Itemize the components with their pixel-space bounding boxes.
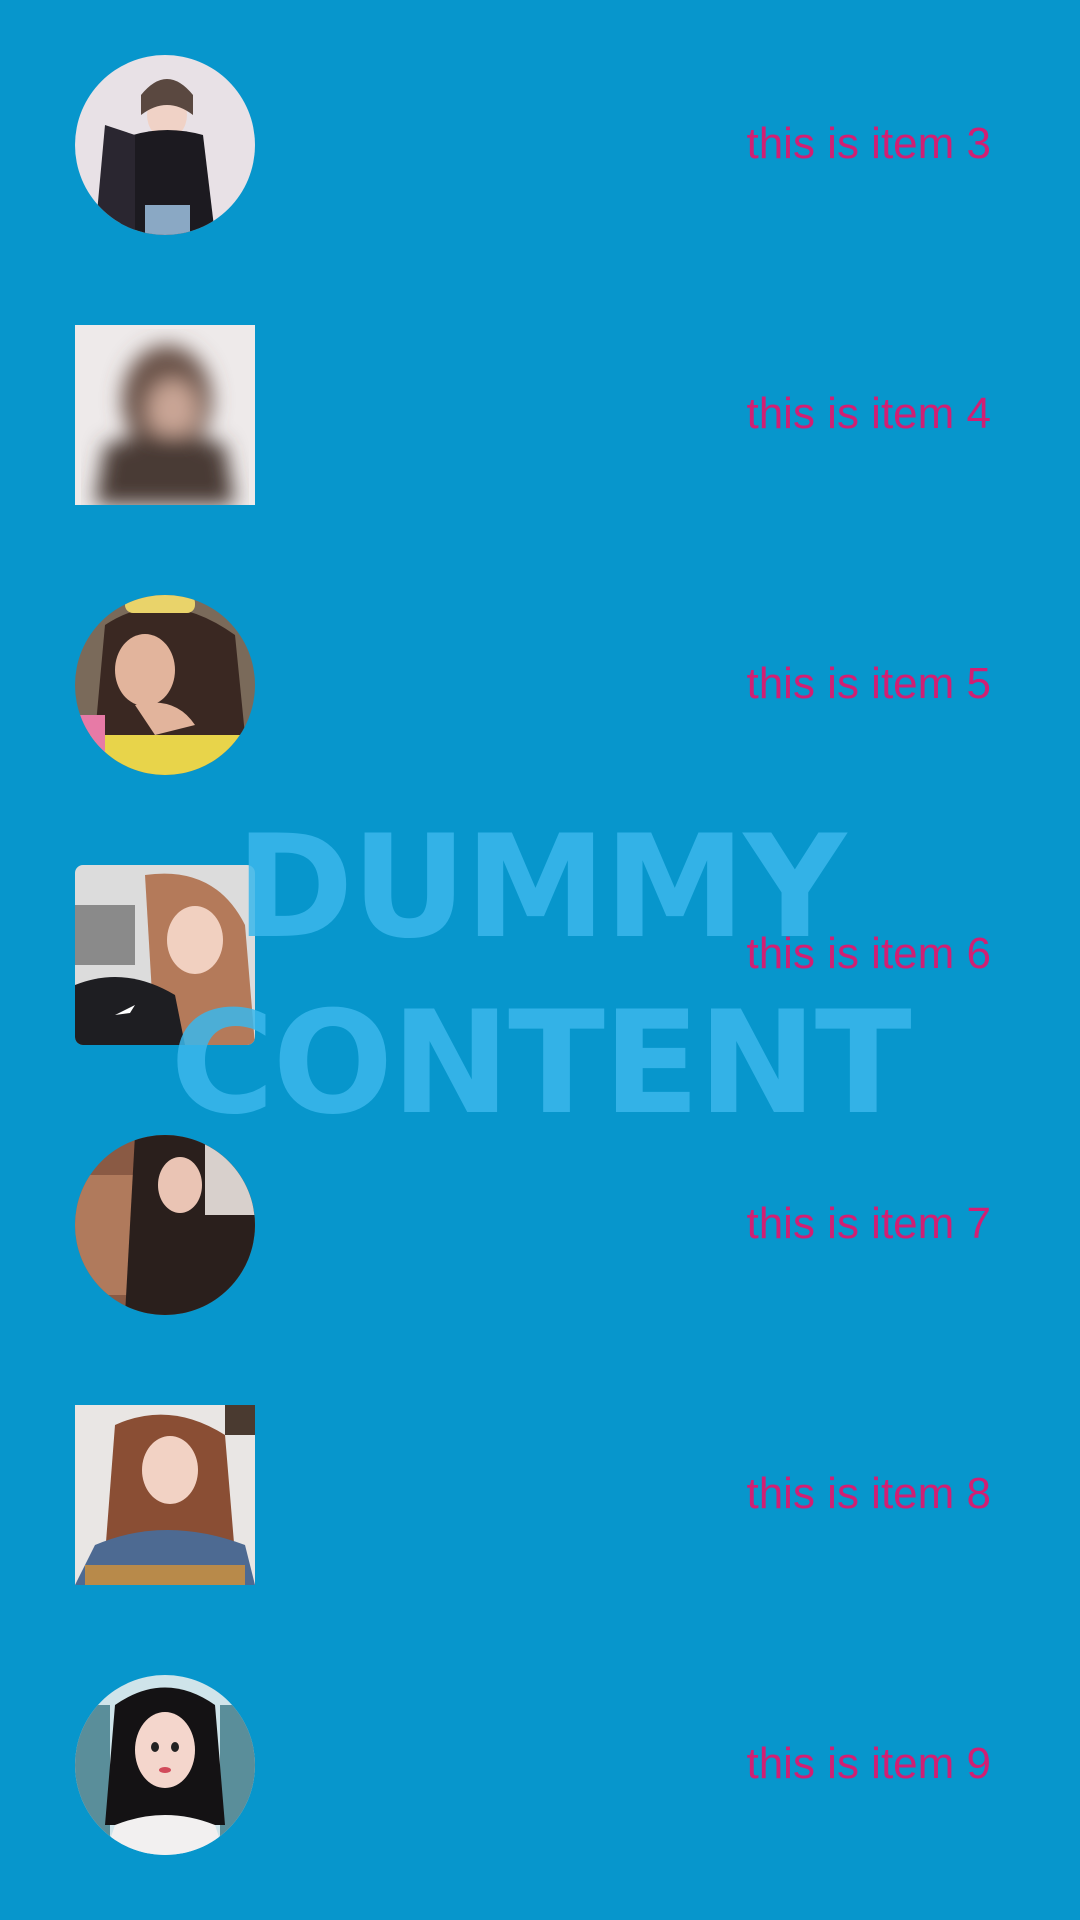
list-item[interactable]: this is item 5: [0, 595, 1080, 775]
item-thumbnail[interactable]: [75, 325, 255, 505]
item-label: this is item 3: [746, 119, 991, 168]
portrait-photo-8: [75, 1405, 255, 1585]
portrait-photo-9: [75, 1675, 255, 1855]
item-thumbnail[interactable]: [75, 55, 255, 235]
item-label: this is item 4: [746, 389, 991, 438]
blurred-portrait-photo-4: [75, 325, 255, 505]
item-thumbnail[interactable]: [75, 1405, 255, 1585]
item-label: this is item 6: [746, 929, 991, 978]
item-label: this is item 8: [746, 1469, 991, 1518]
item-label: this is item 9: [746, 1739, 991, 1788]
portrait-photo-7: [75, 1135, 255, 1315]
list-item[interactable]: this is item 4: [0, 325, 1080, 505]
item-thumbnail[interactable]: [75, 865, 255, 1045]
item-thumbnail[interactable]: [75, 1675, 255, 1855]
list-item[interactable]: this is item 8: [0, 1405, 1080, 1585]
list-item[interactable]: this is item 6: [0, 865, 1080, 1045]
portrait-photo-3: [75, 55, 255, 235]
item-label: this is item 7: [746, 1199, 991, 1248]
item-thumbnail[interactable]: [75, 1135, 255, 1315]
portrait-photo-6: [75, 865, 255, 1045]
list-item[interactable]: this is item 7: [0, 1135, 1080, 1315]
item-label: this is item 5: [746, 659, 991, 708]
item-list: this is item 3 this is item 4 this is it…: [0, 0, 1080, 1920]
list-item[interactable]: this is item 3: [0, 55, 1080, 235]
list-item[interactable]: this is item 9: [0, 1675, 1080, 1855]
item-thumbnail[interactable]: [75, 595, 255, 775]
portrait-photo-5: [75, 595, 255, 775]
